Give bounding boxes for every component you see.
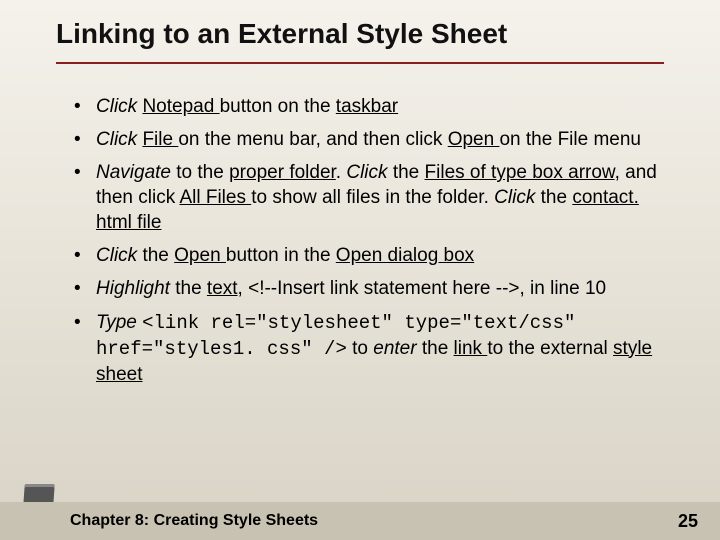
slide: Linking to an External Style Sheet Click… <box>0 0 720 540</box>
text-run: Type <box>96 312 142 333</box>
text-run: link <box>454 338 488 359</box>
text-run: the <box>541 187 573 208</box>
text-run: Click <box>494 187 540 208</box>
text-run: Open <box>448 129 500 150</box>
text-run: the <box>422 338 454 359</box>
text-run: File <box>142 129 178 150</box>
text-run: sheet <box>96 364 142 385</box>
text-run: Click <box>346 162 392 183</box>
text-run: on the menu bar, and then click <box>178 129 447 150</box>
text-run: Open dialog box <box>336 245 474 266</box>
text-run: proper <box>229 162 289 183</box>
text-run: button on the <box>220 96 336 117</box>
text-run: the <box>142 245 174 266</box>
text-run: Click <box>96 96 142 117</box>
title-rule <box>56 62 664 64</box>
text-run: Highlight <box>96 278 175 299</box>
text-run: Click <box>96 245 142 266</box>
text-run: Open <box>174 245 226 266</box>
footer: Chapter 8: Creating Style Sheets 25 <box>0 502 720 540</box>
list-item: Navigate to the proper folder. Click the… <box>70 160 664 235</box>
list-item: Click Notepad button on the taskbar <box>70 94 664 119</box>
text-run: , <!--Insert link statement here -->, in… <box>238 278 607 299</box>
text-run: button in the <box>226 245 336 266</box>
page-number: 25 <box>678 511 698 532</box>
text-run: Files of type box arrow <box>425 162 615 183</box>
text-run: folder <box>289 162 335 183</box>
text-run: the <box>175 278 207 299</box>
text-run: . <box>336 162 347 183</box>
text-run: to the <box>176 162 229 183</box>
list-item: Highlight the text, <!--Insert link stat… <box>70 276 664 301</box>
chapter-label: Chapter 8: Creating Style Sheets <box>70 512 318 530</box>
text-run: text <box>207 278 238 299</box>
text-run: Click <box>96 129 142 150</box>
text-run: to show all files in the folder. <box>251 187 494 208</box>
text-run: enter <box>373 338 422 359</box>
text-run: taskbar <box>336 96 398 117</box>
text-run: the <box>393 162 425 183</box>
list-item: Type <link rel="stylesheet" type="text/c… <box>70 310 664 387</box>
text-run: to the external <box>487 338 613 359</box>
text-run: on the File menu <box>499 129 641 150</box>
page-title: Linking to an External Style Sheet <box>0 0 720 58</box>
text-run: to <box>347 338 373 359</box>
text-run: Notepad <box>142 96 219 117</box>
text-run: Navigate <box>96 162 176 183</box>
list-item: Click File on the menu bar, and then cli… <box>70 127 664 152</box>
bullet-list: Click Notepad button on the taskbarClick… <box>70 94 664 387</box>
text-run: style <box>613 338 652 359</box>
text-run: All Files <box>179 187 251 208</box>
list-item: Click the Open button in the Open dialog… <box>70 243 664 268</box>
